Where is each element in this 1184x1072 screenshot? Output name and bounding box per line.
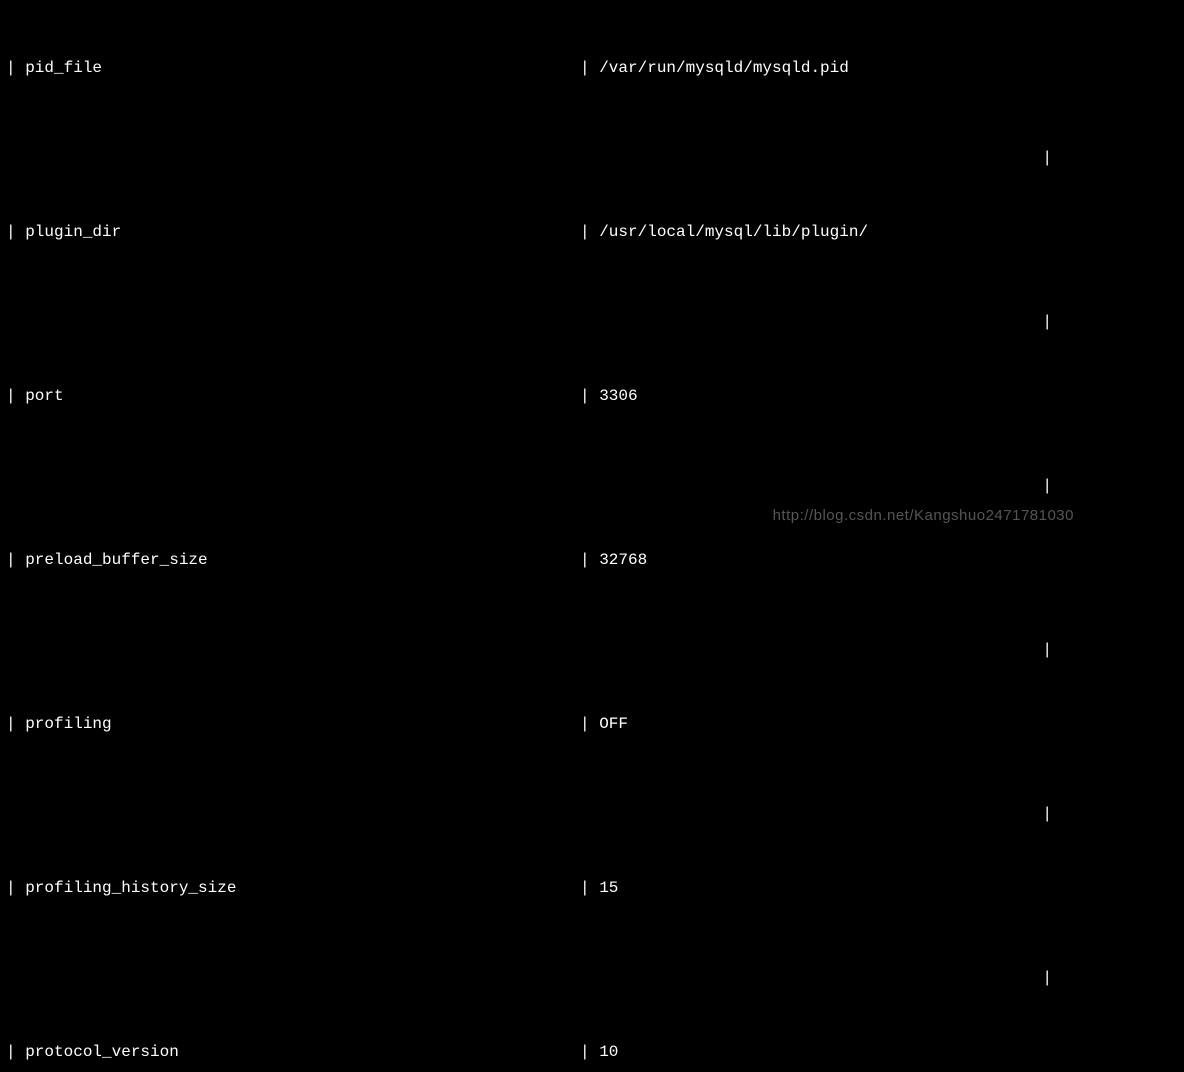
row-terminator: | bbox=[0, 641, 1184, 663]
table-row: | preload_buffer_size | 32768 bbox=[0, 549, 1184, 571]
variable-name: profiling bbox=[25, 715, 111, 733]
row-terminator: | bbox=[0, 313, 1184, 335]
variable-value: 15 bbox=[599, 879, 618, 897]
row-terminator: | bbox=[0, 969, 1184, 991]
variable-value: OFF bbox=[599, 715, 628, 733]
variable-value: /var/run/mysqld/mysqld.pid bbox=[599, 59, 849, 77]
variable-name: protocol_version bbox=[25, 1043, 179, 1061]
row-terminator: | bbox=[0, 149, 1184, 171]
variable-value: 10 bbox=[599, 1043, 618, 1061]
row-terminator: | bbox=[0, 805, 1184, 827]
table-row: | profiling | OFF bbox=[0, 713, 1184, 735]
table-row: | plugin_dir | /usr/local/mysql/lib/plug… bbox=[0, 222, 1184, 244]
variable-name: plugin_dir bbox=[25, 223, 121, 241]
row-terminator: | bbox=[0, 477, 1184, 499]
table-row: | pid_file | /var/run/mysqld/mysqld.pid bbox=[0, 58, 1184, 80]
watermark-text: http://blog.csdn.net/Kangshuo2471781030 bbox=[773, 507, 1074, 524]
variable-value: 32768 bbox=[599, 551, 647, 569]
variable-value: 3306 bbox=[599, 387, 637, 405]
variable-name: port bbox=[25, 387, 63, 405]
table-row: | port | 3306 bbox=[0, 385, 1184, 407]
variable-name: profiling_history_size bbox=[25, 879, 236, 897]
table-row: | protocol_version | 10 bbox=[0, 1041, 1184, 1063]
terminal-output: | pid_file | /var/run/mysqld/mysqld.pid … bbox=[0, 0, 1184, 1072]
variable-name: pid_file bbox=[25, 59, 102, 77]
table-row: | profiling_history_size | 15 bbox=[0, 877, 1184, 899]
variable-name: preload_buffer_size bbox=[25, 551, 207, 569]
variable-value: /usr/local/mysql/lib/plugin/ bbox=[599, 223, 868, 241]
